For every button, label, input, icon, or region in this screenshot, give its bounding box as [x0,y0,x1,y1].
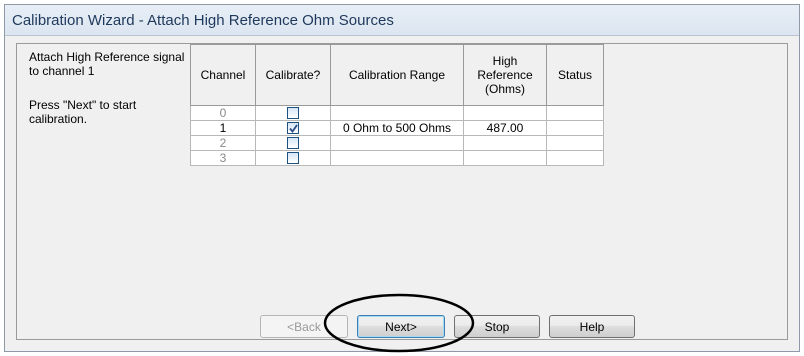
stop-button[interactable]: Stop [454,315,540,338]
header-calibrate: Calibrate? [255,44,331,106]
reference-cell[interactable] [463,105,547,121]
status-cell [546,150,604,166]
status-cell [546,105,604,121]
header-status: Status [546,44,604,106]
channel-cell: 2 [190,135,256,151]
table-row-channel-3[interactable]: 3 [190,150,604,166]
attach-instruction: Attach High Reference signal to channel … [29,50,185,78]
window-title: Calibration Wizard - Attach High Referen… [12,11,394,29]
press-next-instruction: Press "Next" to start calibration. [29,98,137,126]
calibrate-cell [255,135,331,151]
header-calibration-range: Calibration Range [330,44,464,106]
reference-cell[interactable] [463,150,547,166]
help-button[interactable]: Help [549,315,635,338]
checkmark-icon [289,124,298,133]
table-header-row: Channel Calibrate? Calibration Range Hig… [190,44,604,106]
range-cell [330,150,464,166]
range-cell: 0 Ohm to 500 Ohms [330,120,464,136]
reference-cell[interactable] [463,135,547,151]
calibrate-cell [255,105,331,121]
channel-cell: 3 [190,150,256,166]
status-cell [546,135,604,151]
calibration-table: Channel Calibrate? Calibration Range Hig… [190,44,604,166]
back-button[interactable]: <Back [260,315,348,338]
calibrate-checkbox[interactable] [287,106,299,119]
wizard-button-bar: <Back Next> Stop Help [260,315,644,338]
instructions: Attach High Reference signal to channel … [29,50,189,126]
calibration-wizard-window: Calibration Wizard - Attach High Referen… [4,4,800,353]
calibrate-checkbox[interactable] [287,121,299,134]
title-bar: Calibration Wizard - Attach High Referen… [5,5,799,36]
table-row-channel-1[interactable]: 1 0 Ohm to 500 Ohms 487.00 [190,120,604,136]
table-row-channel-2[interactable]: 2 [190,135,604,151]
next-button[interactable]: Next> [357,315,445,338]
reference-cell[interactable]: 487.00 [463,120,547,136]
header-high-reference: High Reference (Ohms) [463,44,547,106]
status-cell [546,120,604,136]
calibrate-cell [255,150,331,166]
channel-cell: 1 [190,120,256,136]
calibrate-checkbox[interactable] [287,151,299,164]
range-cell [330,135,464,151]
calibrate-checkbox[interactable] [287,136,299,149]
calibrate-cell [255,120,331,136]
channel-cell: 0 [190,105,256,121]
header-channel: Channel [190,44,256,106]
range-cell [330,105,464,121]
table-row-channel-0[interactable]: 0 [190,105,604,121]
wizard-panel: Attach High Reference signal to channel … [16,43,788,340]
